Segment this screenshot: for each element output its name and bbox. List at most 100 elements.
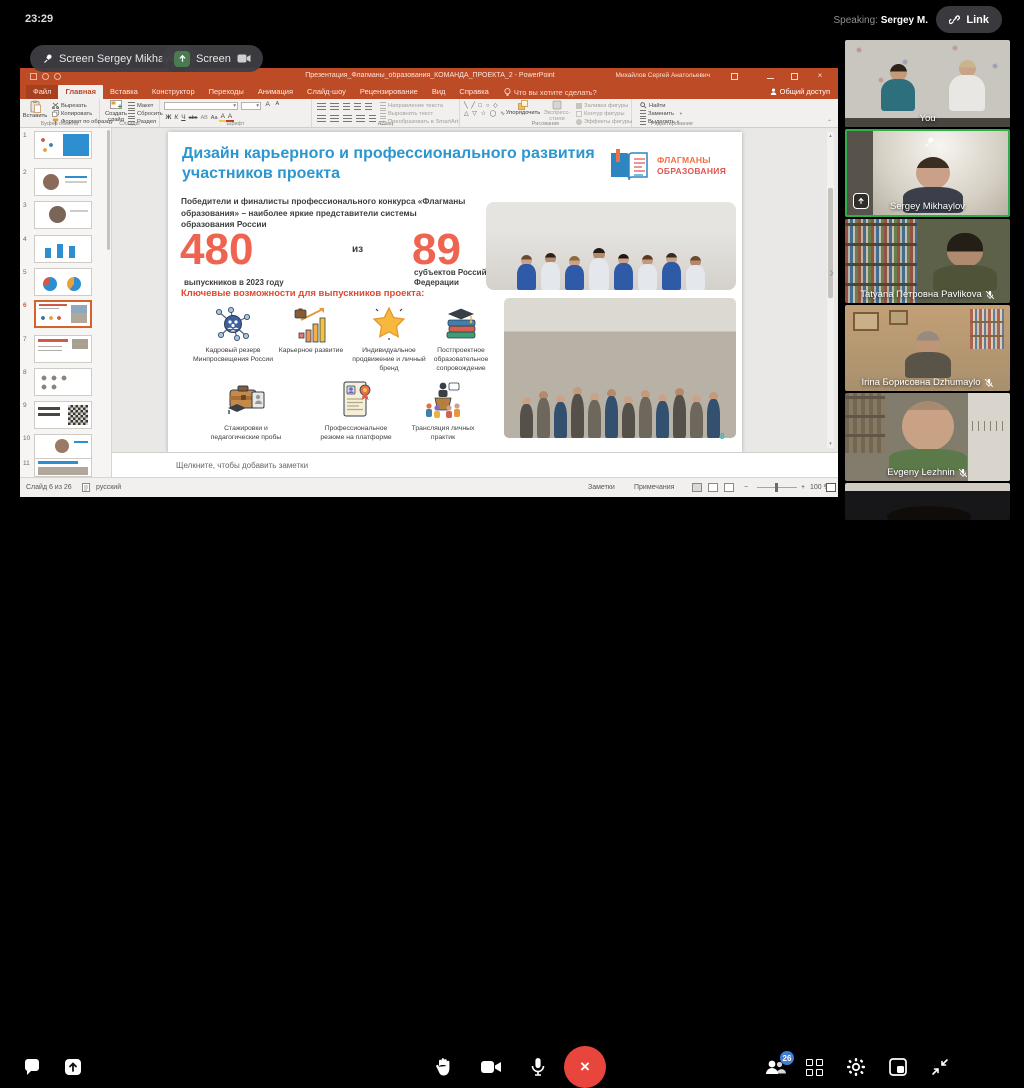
text-direction-button[interactable]: Направление текста: [380, 102, 458, 109]
slide-thumbnail-3[interactable]: [34, 201, 92, 229]
line-spacing-icon[interactable]: [365, 103, 372, 110]
raise-hand-button[interactable]: [432, 1056, 454, 1078]
notes-pane[interactable]: Щелкните, чтобы добавить заметки: [112, 452, 838, 477]
participant-tile-irina[interactable]: Irina Борисовна Dzhumaylo: [845, 305, 1010, 391]
quick-styles-button[interactable]: Экспресс-стили: [540, 100, 574, 123]
slide-thumbnail-1[interactable]: [34, 131, 92, 159]
link-button[interactable]: Link: [936, 6, 1002, 33]
tab-help[interactable]: Справка: [452, 85, 495, 99]
scroll-up-arrow[interactable]: ▴: [827, 133, 834, 139]
slide-thumbnail-7[interactable]: [34, 335, 92, 363]
italic-button[interactable]: К: [173, 114, 180, 121]
minimize-button[interactable]: [767, 78, 774, 79]
slide-thumbnail-6-selected[interactable]: [34, 300, 92, 328]
arrange-icon: [518, 100, 528, 110]
current-slide[interactable]: Дизайн карьерного и профессионального ра…: [168, 132, 742, 452]
tab-transitions[interactable]: Переходы: [202, 85, 251, 99]
ribbon-options-button[interactable]: [731, 73, 738, 80]
shapes-gallery[interactable]: ╲ ╱ □ ○ ◇ △ ▽ ☆ ◯ ∿: [464, 102, 506, 118]
end-call-button[interactable]: ×: [564, 1046, 606, 1088]
tab-file[interactable]: Файл: [26, 85, 58, 99]
reset-button[interactable]: Сбросить: [128, 110, 163, 117]
participant-tile-sergey-active[interactable]: Sergey Mikhaylov: [845, 129, 1010, 217]
participant-tile-partial[interactable]: [845, 483, 1010, 520]
replace-button[interactable]: Заменить ▾: [640, 110, 682, 117]
find-button[interactable]: Найти: [640, 102, 682, 109]
numbering-icon[interactable]: [330, 103, 339, 110]
reading-view-button[interactable]: [724, 483, 734, 492]
tab-insert[interactable]: Вставка: [103, 85, 145, 99]
grow-font-button[interactable]: А: [264, 101, 271, 108]
sidebar-collapse-chevron[interactable]: ›: [829, 264, 834, 281]
arrange-button[interactable]: Упорядочить: [506, 100, 540, 116]
tab-animations[interactable]: Анимация: [251, 85, 300, 99]
strikethrough-button[interactable]: abc: [187, 115, 199, 121]
decrease-indent-icon[interactable]: [343, 103, 350, 110]
slides-group-label: Слайды: [100, 121, 159, 127]
canvas-scrollbar[interactable]: ▴ ▾: [827, 132, 834, 448]
change-case-button[interactable]: Аа: [209, 115, 219, 121]
tab-slideshow[interactable]: Слайд-шоу: [300, 85, 353, 99]
undo-icon[interactable]: [42, 73, 49, 80]
redo-icon[interactable]: [54, 73, 61, 80]
zoom-out-button[interactable]: −: [744, 484, 748, 491]
participant-tile-you[interactable]: You: [845, 40, 1010, 127]
share-document-button[interactable]: Общий доступ: [770, 87, 830, 96]
camera-icon[interactable]: [237, 53, 251, 64]
tab-review[interactable]: Рецензирование: [353, 85, 425, 99]
save-icon[interactable]: [30, 73, 37, 80]
bullets-icon[interactable]: [317, 103, 326, 110]
layout-button[interactable]: Макет: [128, 102, 163, 109]
language-indicator[interactable]: русский: [96, 484, 121, 491]
shape-fill-button[interactable]: Заливка фигуры: [576, 102, 632, 109]
share-screen-button[interactable]: [62, 1056, 84, 1078]
scroll-down-arrow[interactable]: ▾: [827, 441, 834, 447]
comments-toggle[interactable]: Примечания: [634, 484, 674, 491]
mini-window-button[interactable]: [887, 1056, 909, 1078]
participant-tile-evgeny[interactable]: Evgeny Lezhnin: [845, 393, 1010, 481]
slide-thumbnail-5[interactable]: [34, 268, 92, 296]
canvas-scrollbar-thumb[interactable]: [828, 188, 833, 298]
font-name-box[interactable]: ▾: [164, 102, 238, 110]
share-document-label: Общий доступ: [780, 87, 830, 96]
thumbnail-scrollbar[interactable]: [107, 130, 110, 250]
font-size-box[interactable]: ▾: [241, 102, 261, 110]
increase-indent-icon[interactable]: [354, 103, 361, 110]
microphone-button[interactable]: [527, 1056, 549, 1078]
tab-home[interactable]: Главная: [58, 85, 103, 99]
slide-thumbnail-4[interactable]: [34, 235, 92, 263]
tab-design[interactable]: Конструктор: [145, 85, 202, 99]
settings-button[interactable]: [845, 1056, 867, 1078]
shape-outline-button[interactable]: Контур фигуры: [576, 110, 632, 117]
bold-button[interactable]: Ж: [164, 114, 173, 121]
zoom-slider-thumb[interactable]: [775, 483, 778, 492]
camera-button[interactable]: [480, 1056, 502, 1078]
scissors-icon: [52, 102, 59, 109]
screen-share-tab[interactable]: Screen: [162, 45, 263, 72]
chat-button[interactable]: [21, 1056, 43, 1078]
slide-thumbnail-9[interactable]: [34, 401, 92, 429]
close-button[interactable]: ×: [812, 71, 828, 80]
notes-toggle[interactable]: Заметки: [588, 484, 615, 491]
zoom-in-button[interactable]: +: [801, 484, 805, 491]
underline-button[interactable]: Ч: [180, 114, 187, 121]
participant-tile-tatyana[interactable]: Tatyana Петровна Pavlikova: [845, 219, 1010, 303]
normal-view-button[interactable]: [692, 483, 702, 492]
text-shadow-button[interactable]: АВ: [199, 115, 209, 121]
slide-thumbnail-2[interactable]: [34, 168, 92, 196]
fit-to-window-button[interactable]: [826, 483, 836, 492]
slide-thumbnail-8[interactable]: [34, 368, 92, 396]
paste-button[interactable]: Вставить: [20, 100, 50, 119]
collapse-ribbon-button[interactable]: ⌃: [827, 119, 832, 126]
align-text-button[interactable]: Выровнять текст: [380, 110, 458, 117]
view-grid-button[interactable]: [803, 1056, 825, 1078]
group-photo: [504, 298, 736, 438]
spellcheck-icon[interactable]: [82, 483, 90, 492]
slide-sorter-view-button[interactable]: [708, 483, 718, 492]
tell-me-box[interactable]: Что вы хотите сделать?: [496, 85, 605, 99]
shrink-font-button[interactable]: А: [274, 101, 281, 107]
slide-thumbnail-11[interactable]: [34, 458, 92, 477]
tab-view[interactable]: Вид: [425, 85, 453, 99]
restore-button[interactable]: [791, 73, 798, 80]
exit-fullscreen-button[interactable]: [929, 1056, 951, 1078]
